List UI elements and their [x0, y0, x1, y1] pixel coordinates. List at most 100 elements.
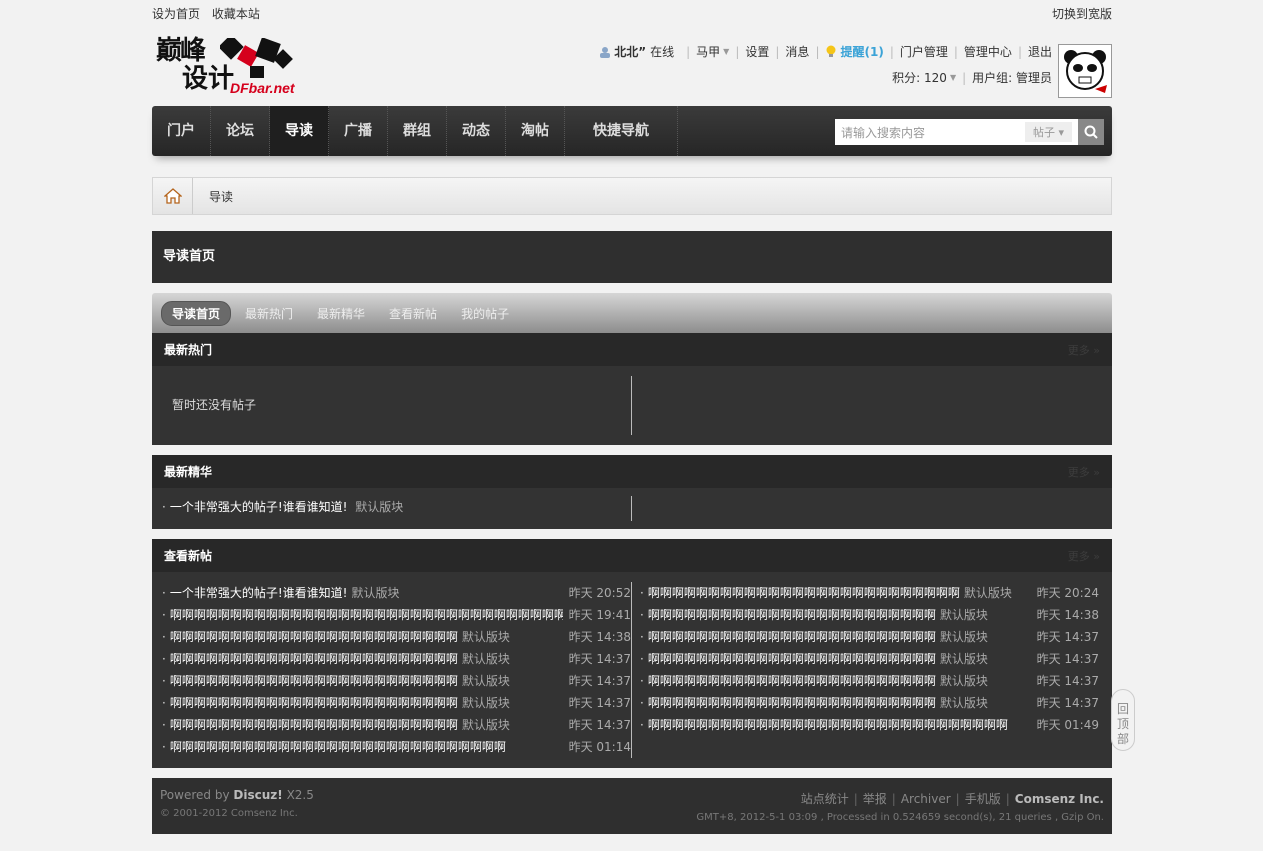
- tab-hot[interactable]: 最新热门: [235, 302, 303, 325]
- admin-center-link[interactable]: 管理中心: [964, 42, 1012, 62]
- post-title-wrap: · 啊啊啊啊啊啊啊啊啊啊啊啊啊啊啊啊啊啊啊啊啊啊啊啊 默认版块: [640, 692, 988, 714]
- settings-link[interactable]: 设置: [745, 42, 769, 62]
- discuz-link[interactable]: Discuz!: [233, 788, 282, 802]
- nav-item-portal[interactable]: 门户: [152, 106, 211, 156]
- post-forum-link[interactable]: 默认版块: [940, 652, 988, 666]
- post-title-link[interactable]: 啊啊啊啊啊啊啊啊啊啊啊啊啊啊啊啊啊啊啊啊啊啊啊啊啊啊啊啊啊啊: [648, 718, 1008, 732]
- nav-item-group[interactable]: 群组: [388, 106, 447, 156]
- search-category-select[interactable]: 帖子 ▾: [1024, 122, 1072, 142]
- hot-right-column: [631, 376, 1110, 435]
- nav-item-broadcast[interactable]: 广播: [329, 106, 388, 156]
- post-title-link[interactable]: 啊啊啊啊啊啊啊啊啊啊啊啊啊啊啊啊啊啊啊啊啊啊啊啊: [170, 630, 458, 644]
- post-forum-link[interactable]: 默认版块: [462, 652, 510, 666]
- bookmark-link[interactable]: 收藏本站: [212, 7, 260, 21]
- credits-menu[interactable]: 积分: 120: [892, 68, 947, 88]
- page-title: 导读首页: [152, 231, 1112, 283]
- nav-item-quick-nav[interactable]: 快捷导航: [565, 106, 678, 156]
- footer-link-stats[interactable]: 站点统计: [801, 792, 849, 806]
- separator: |: [962, 71, 967, 85]
- post-forum-link[interactable]: 默认版块: [351, 586, 399, 600]
- tab-new-posts[interactable]: 查看新帖: [379, 302, 447, 325]
- footer-link-archiver[interactable]: Archiver: [901, 792, 951, 806]
- tab-guide-home[interactable]: 导读首页: [161, 300, 232, 326]
- footer-link-report[interactable]: 举报: [863, 792, 887, 806]
- avatar[interactable]: [1058, 44, 1112, 98]
- post-forum-link[interactable]: 默认版块: [964, 586, 1012, 600]
- post-title-link[interactable]: 啊啊啊啊啊啊啊啊啊啊啊啊啊啊啊啊啊啊啊啊啊啊啊啊: [648, 630, 936, 644]
- panda-avatar-icon: [1064, 50, 1107, 93]
- post-forum-link[interactable]: 默认版块: [462, 696, 510, 710]
- post-title-link[interactable]: 啊啊啊啊啊啊啊啊啊啊啊啊啊啊啊啊啊啊啊啊啊啊啊啊啊啊啊啊: [170, 740, 506, 754]
- post-title-link[interactable]: 啊啊啊啊啊啊啊啊啊啊啊啊啊啊啊啊啊啊啊啊啊啊啊啊: [170, 674, 458, 688]
- remind-link[interactable]: 提醒(1): [840, 42, 883, 62]
- new-posts-section: 查看新帖 更多 » · 一个非常强大的帖子!谁看谁知道! 默认版块 昨天 20:52 ·…: [152, 539, 1112, 768]
- digest-more-link[interactable]: 更多 »: [1068, 464, 1100, 480]
- post-title-wrap: · 啊啊啊啊啊啊啊啊啊啊啊啊啊啊啊啊啊啊啊啊啊啊啊啊啊啊啊啊: [162, 736, 510, 758]
- post-title-wrap: · 啊啊啊啊啊啊啊啊啊啊啊啊啊啊啊啊啊啊啊啊啊啊啊啊 默认版块: [162, 626, 510, 648]
- post-title-wrap: · 啊啊啊啊啊啊啊啊啊啊啊啊啊啊啊啊啊啊啊啊啊啊啊啊啊啊啊啊啊啊啊啊啊: [162, 604, 563, 626]
- footer-links: 站点统计 | 举报 | Archiver | 手机版 | Comsenz Inc.: [801, 790, 1104, 807]
- footer-link-mobile[interactable]: 手机版: [965, 792, 1001, 806]
- post-forum-link[interactable]: 默认版块: [462, 630, 510, 644]
- nav-item-guide[interactable]: 导读: [270, 106, 329, 156]
- bullet: ·: [162, 740, 166, 754]
- vest-menu[interactable]: 马甲: [696, 42, 720, 62]
- nav-item-feed[interactable]: 动态: [447, 106, 506, 156]
- back-to-top-button[interactable]: 回顶部: [1111, 689, 1135, 751]
- header: 巅峰 设计 DFbar.net 北北” 在线 | 马甲 ▼ | 设置 | 消息 …: [152, 26, 1112, 106]
- nav-item-collection[interactable]: 淘帖: [506, 106, 565, 156]
- set-home-link[interactable]: 设为首页: [152, 7, 200, 21]
- hot-more-link[interactable]: 更多 »: [1068, 342, 1100, 358]
- main-nav: 门户 论坛 导读 广播 群组 动态 淘帖 快捷导航 请输入搜索内容 帖子 ▾: [152, 106, 1112, 156]
- guide-tabs: 导读首页 最新热门 最新精华 查看新帖 我的帖子: [152, 293, 1112, 333]
- username-link[interactable]: 北北”: [614, 42, 646, 62]
- tab-digest[interactable]: 最新精华: [307, 302, 375, 325]
- post-time: 昨天 01:14: [568, 740, 631, 754]
- search-input[interactable]: 请输入搜索内容 帖子 ▾: [835, 119, 1078, 145]
- post-title-link[interactable]: 啊啊啊啊啊啊啊啊啊啊啊啊啊啊啊啊啊啊啊啊啊啊啊啊啊啊啊啊啊啊啊啊啊: [170, 608, 563, 622]
- search-placeholder: 请输入搜索内容: [841, 125, 926, 140]
- tab-my-posts[interactable]: 我的帖子: [451, 302, 519, 325]
- nav-item-forum[interactable]: 论坛: [211, 106, 270, 156]
- lightbulb-icon: [826, 45, 836, 57]
- post-forum-link[interactable]: 默认版块: [355, 500, 403, 514]
- post-title-link[interactable]: 啊啊啊啊啊啊啊啊啊啊啊啊啊啊啊啊啊啊啊啊啊啊啊啊啊啊: [648, 586, 960, 600]
- search-button[interactable]: [1078, 119, 1104, 145]
- post-forum-link[interactable]: 默认版块: [940, 608, 988, 622]
- post-title-link[interactable]: 一个非常强大的帖子!谁看谁知道!: [170, 586, 348, 600]
- post-title-link[interactable]: 一个非常强大的帖子!谁看谁知道!: [170, 500, 348, 514]
- new-posts-more-link[interactable]: 更多 »: [1068, 548, 1100, 564]
- post-forum-link[interactable]: 默认版块: [940, 674, 988, 688]
- post-title-link[interactable]: 啊啊啊啊啊啊啊啊啊啊啊啊啊啊啊啊啊啊啊啊啊啊啊啊: [648, 608, 936, 622]
- post-forum-link[interactable]: 默认版块: [462, 674, 510, 688]
- post-title-wrap: · 啊啊啊啊啊啊啊啊啊啊啊啊啊啊啊啊啊啊啊啊啊啊啊啊 默认版块: [640, 648, 988, 670]
- post-title-link[interactable]: 啊啊啊啊啊啊啊啊啊啊啊啊啊啊啊啊啊啊啊啊啊啊啊啊: [170, 718, 458, 732]
- home-link[interactable]: [153, 178, 193, 214]
- logout-link[interactable]: 退出: [1028, 42, 1052, 62]
- post-title-link[interactable]: 啊啊啊啊啊啊啊啊啊啊啊啊啊啊啊啊啊啊啊啊啊啊啊啊: [170, 652, 458, 666]
- user-bar-row-1: 北北” 在线 | 马甲 ▼ | 设置 | 消息 | 提醒(1) | 门户管理 |…: [599, 42, 1052, 62]
- separator: |: [1005, 792, 1010, 806]
- post-title-wrap: · 啊啊啊啊啊啊啊啊啊啊啊啊啊啊啊啊啊啊啊啊啊啊啊啊 默认版块: [162, 648, 510, 670]
- usergroup-label[interactable]: 用户组: 管理员: [972, 68, 1052, 88]
- portal-manage-link[interactable]: 门户管理: [900, 42, 948, 62]
- post-forum-link[interactable]: 默认版块: [940, 630, 988, 644]
- switch-wide-link[interactable]: 切换到宽版: [1052, 5, 1112, 22]
- post-forum-link[interactable]: 默认版块: [940, 696, 988, 710]
- post-title-link[interactable]: 啊啊啊啊啊啊啊啊啊啊啊啊啊啊啊啊啊啊啊啊啊啊啊啊: [648, 652, 936, 666]
- post-time: 昨天 14:38: [568, 630, 631, 644]
- post-title-link[interactable]: 啊啊啊啊啊啊啊啊啊啊啊啊啊啊啊啊啊啊啊啊啊啊啊啊: [648, 674, 936, 688]
- list-item: · 啊啊啊啊啊啊啊啊啊啊啊啊啊啊啊啊啊啊啊啊啊啊啊啊 默认版块 昨天 14:37: [640, 648, 1099, 670]
- list-item: · 啊啊啊啊啊啊啊啊啊啊啊啊啊啊啊啊啊啊啊啊啊啊啊啊 默认版块 昨天 14:37: [162, 714, 631, 736]
- bullet: ·: [640, 586, 644, 600]
- messages-link[interactable]: 消息: [785, 42, 809, 62]
- footer-link-company[interactable]: Comsenz Inc.: [1015, 792, 1104, 806]
- post-title-link[interactable]: 啊啊啊啊啊啊啊啊啊啊啊啊啊啊啊啊啊啊啊啊啊啊啊啊: [648, 696, 936, 710]
- post-time: 昨天 14:37: [568, 696, 631, 710]
- post-title-link[interactable]: 啊啊啊啊啊啊啊啊啊啊啊啊啊啊啊啊啊啊啊啊啊啊啊啊: [170, 696, 458, 710]
- post-forum-link[interactable]: 默认版块: [462, 718, 510, 732]
- digest-section: 最新精华 更多 » · 一个非常强大的帖子!谁看谁知道! 默认版块: [152, 455, 1112, 529]
- site-logo[interactable]: 巅峰 设计 DFbar.net: [154, 34, 314, 100]
- list-item: · 啊啊啊啊啊啊啊啊啊啊啊啊啊啊啊啊啊啊啊啊啊啊啊啊啊啊啊啊 昨天 01:14: [162, 736, 631, 758]
- breadcrumb-current[interactable]: 导读: [209, 188, 233, 205]
